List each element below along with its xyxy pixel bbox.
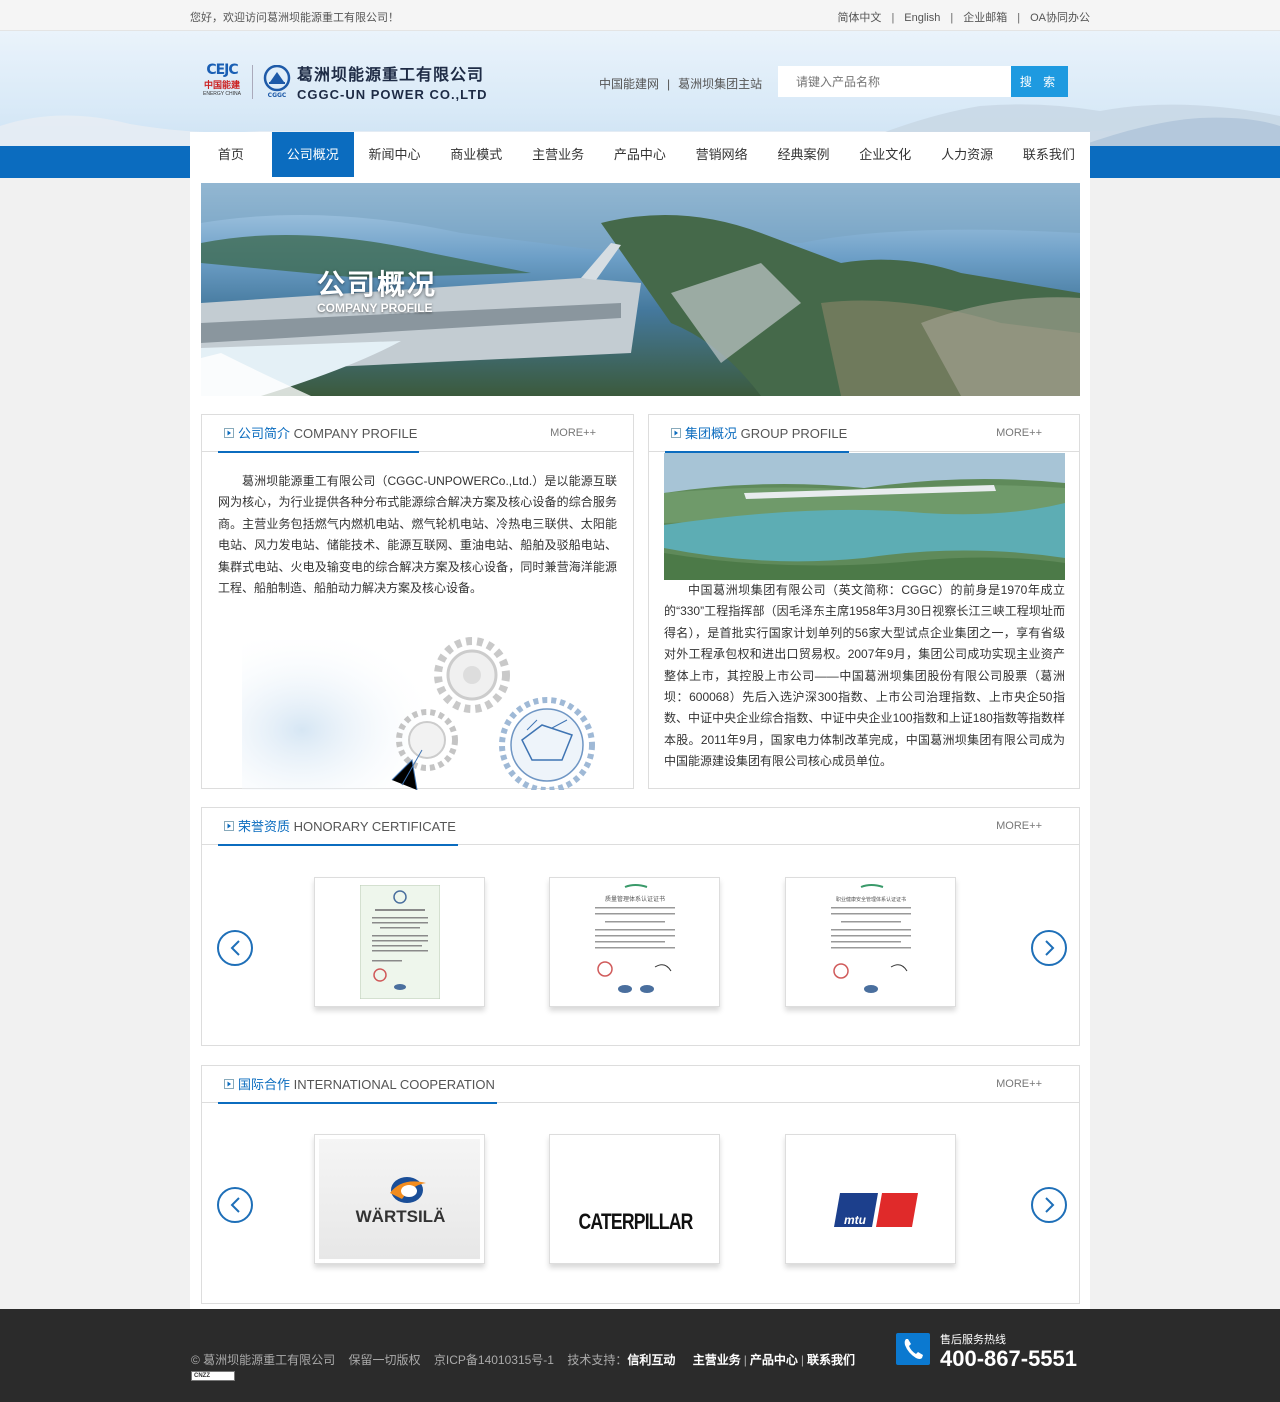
certificate-image: 质量管理体系认证证书 xyxy=(575,881,695,1003)
nav-sales-network[interactable]: 营销网络 xyxy=(681,132,763,177)
certificate-card[interactable] xyxy=(314,877,485,1007)
company-profile-panel: 公司简介 COMPANY PROFILE MORE++ 葛洲坝能源重工有限公司（… xyxy=(201,414,634,790)
logo-divider xyxy=(252,64,253,99)
company-profile-text: 葛洲坝能源重工有限公司（CGGC-UNPOWERCo.,Ltd.）是以能源互联网… xyxy=(218,474,617,596)
group-profile-text: 中国葛洲坝集团有限公司（英文简称：CGGC）的前身是1970年成立的“330”工… xyxy=(664,583,1065,769)
more-link[interactable]: MORE++ xyxy=(996,427,1042,439)
company-name-en: CGGC-UN POWER CO.,LTD xyxy=(297,87,488,102)
separator: | xyxy=(743,1353,747,1367)
three-gorges-photo xyxy=(664,453,1065,580)
header-links: 中国能建网 | 葛洲坝集团主站 xyxy=(599,75,762,92)
separator: | xyxy=(800,1353,804,1367)
footer-copyright: © 葛洲坝能源重工有限公司 保留一切版权 京ICP备14010315号-1 技术… xyxy=(191,1353,855,1367)
separator: | xyxy=(667,77,671,91)
search-form: 搜 索 xyxy=(778,66,1068,97)
hotline-label: 售后服务热线 xyxy=(940,1334,1006,1346)
svg-text:CGGC: CGGC xyxy=(268,92,287,99)
international-cooperation-panel: 国际合作 INTERNATIONAL COOPERATION MORE++ WÄ… xyxy=(201,1065,1080,1304)
certificate-image xyxy=(360,885,440,999)
banner-title: 公司概况 xyxy=(317,269,438,300)
link-simplified-chinese[interactable]: 简体中文 xyxy=(837,12,881,24)
partner-card-wartsila[interactable]: WÄRTSILÄ xyxy=(314,1134,485,1264)
footer-link-main-business[interactable]: 主营业务 xyxy=(693,1353,741,1367)
prev-arrow-button[interactable] xyxy=(217,1187,253,1223)
nav-contact[interactable]: 联系我们 xyxy=(1008,132,1090,177)
partner-card-caterpillar[interactable]: CATERPILLAR xyxy=(549,1134,720,1264)
panel-title: 公司简介 COMPANY PROFILE xyxy=(218,415,420,453)
icp-number[interactable]: 京ICP备14010315号-1 xyxy=(434,1353,554,1367)
panel-header: 公司简介 COMPANY PROFILE MORE++ xyxy=(202,415,633,453)
nav-business-model[interactable]: 商业模式 xyxy=(435,132,517,177)
top-links: 简体中文 | English | 企业邮箱 | OA协同办公 xyxy=(837,9,1090,25)
nav-hr[interactable]: 人力资源 xyxy=(926,132,1008,177)
support-link[interactable]: 信利互动 xyxy=(627,1353,675,1367)
nav-products[interactable]: 产品中心 xyxy=(599,132,681,177)
top-bar: 您好，欢迎访问葛洲坝能源重工有限公司！ 简体中文 | English | 企业邮箱 | OA… xyxy=(0,0,1280,31)
link-corporate-email[interactable]: 企业邮箱 xyxy=(963,12,1007,24)
more-link[interactable]: MORE++ xyxy=(996,820,1042,832)
main-content: 公司概况 COMPANY PROFILE 公司简介 COMPANY PROFIL… xyxy=(190,177,1090,1309)
footer-links: 主营业务 | 产品中心 | 联系我们 xyxy=(693,1353,855,1367)
more-link[interactable]: MORE++ xyxy=(996,1078,1042,1090)
partner-name: CATERPILLAR xyxy=(578,1209,693,1234)
banner-subtitle: COMPANY PROFILE xyxy=(317,301,433,315)
company-name-cn: 葛洲坝能源重工有限公司 xyxy=(297,67,485,84)
certificate-image: 职业健康安全管理体系认证证书 xyxy=(811,881,931,1003)
nav-company-overview[interactable]: 公司概况 xyxy=(271,132,354,177)
partner-card-mtu[interactable]: mtu xyxy=(785,1134,956,1264)
link-english[interactable]: English xyxy=(904,12,940,24)
separator: | xyxy=(1017,12,1021,24)
chevron-left-icon xyxy=(230,940,240,956)
company-logo[interactable]: CEJC 中国能建 ENERGY CHINA CGGC 葛洲坝能源重工有限公司 … xyxy=(200,61,487,103)
footer-link-contact[interactable]: 联系我们 xyxy=(807,1353,855,1367)
nav-cases[interactable]: 经典案例 xyxy=(763,132,845,177)
panel-header: 荣誉资质 HONORARY CERTIFICATE MORE++ xyxy=(202,808,1079,846)
phone-icon xyxy=(896,1333,930,1365)
separator: | xyxy=(891,12,895,24)
wartsila-logo-icon xyxy=(390,1177,426,1203)
footer-link-products[interactable]: 产品中心 xyxy=(750,1353,798,1367)
nav-home[interactable]: 首页 xyxy=(190,132,272,177)
partner-name: WÄRTSILÄ xyxy=(355,1207,446,1226)
panel-title: 集团概况 GROUP PROFILE xyxy=(665,415,850,453)
nav-news[interactable]: 新闻中心 xyxy=(354,132,436,177)
chevron-right-icon xyxy=(1045,940,1055,956)
next-arrow-button[interactable] xyxy=(1031,1187,1067,1223)
search-input[interactable] xyxy=(778,66,1011,97)
energy-china-logo: CEJC 中国能建 ENERGY CHINA xyxy=(203,61,241,97)
partner-name: mtu xyxy=(844,1213,866,1227)
nav-culture[interactable]: 企业文化 xyxy=(844,132,926,177)
chevron-left-icon xyxy=(230,1197,240,1213)
panel-title: 国际合作 INTERNATIONAL COOPERATION xyxy=(218,1066,497,1104)
footer: © 葛洲坝能源重工有限公司 保留一切版权 京ICP备14010315号-1 技术… xyxy=(0,1309,1280,1402)
honors-panel: 荣誉资质 HONORARY CERTIFICATE MORE++ 质量管理体系认… xyxy=(201,807,1080,1046)
search-button[interactable]: 搜 索 xyxy=(1011,66,1068,97)
welcome-text: 您好，欢迎访问葛洲坝能源重工有限公司！ xyxy=(190,12,399,24)
certificate-card[interactable]: 职业健康安全管理体系认证证书 xyxy=(785,877,956,1007)
gears-illustration xyxy=(242,637,595,790)
svg-text:职业健康安全管理体系认证证书: 职业健康安全管理体系认证证书 xyxy=(836,896,906,903)
nav-main-business[interactable]: 主营业务 xyxy=(517,132,599,177)
separator: | xyxy=(950,12,954,24)
group-profile-panel: 集团概况 GROUP PROFILE MORE++ 中国葛洲坝集团有限公司（英文… xyxy=(648,414,1080,789)
cggc-emblem-icon: CGGC xyxy=(261,64,293,99)
prev-arrow-button[interactable] xyxy=(217,930,253,966)
panel-header: 国际合作 INTERNATIONAL COOPERATION MORE++ xyxy=(202,1066,1079,1104)
panel-header: 集团概况 GROUP PROFILE MORE++ xyxy=(649,415,1079,453)
link-oa-office[interactable]: OA协同办公 xyxy=(1030,12,1090,24)
link-energy-china[interactable]: 中国能建网 xyxy=(599,77,659,91)
page-banner: 公司概况 COMPANY PROFILE xyxy=(201,183,1080,396)
company-name: 葛洲坝能源重工有限公司 CGGC-UN POWER CO.,LTD xyxy=(297,61,487,102)
next-arrow-button[interactable] xyxy=(1031,930,1067,966)
chevron-right-icon xyxy=(1045,1197,1055,1213)
more-link[interactable]: MORE++ xyxy=(550,427,596,439)
main-nav: 首页 公司概况 新闻中心 商业模式 主营业务 产品中心 营销网络 经典案例 企业… xyxy=(190,132,1090,177)
panel-title: 荣誉资质 HONORARY CERTIFICATE xyxy=(218,808,458,846)
hotline-number[interactable]: 400-867-5551 xyxy=(940,1346,1077,1372)
certificate-card[interactable]: 质量管理体系认证证书 xyxy=(549,877,720,1007)
cnzz-badge[interactable]: CNZZ xyxy=(191,1371,235,1381)
svg-text:质量管理体系认证证书: 质量管理体系认证证书 xyxy=(605,895,665,903)
link-cggc-main-site[interactable]: 葛洲坝集团主站 xyxy=(678,77,762,91)
